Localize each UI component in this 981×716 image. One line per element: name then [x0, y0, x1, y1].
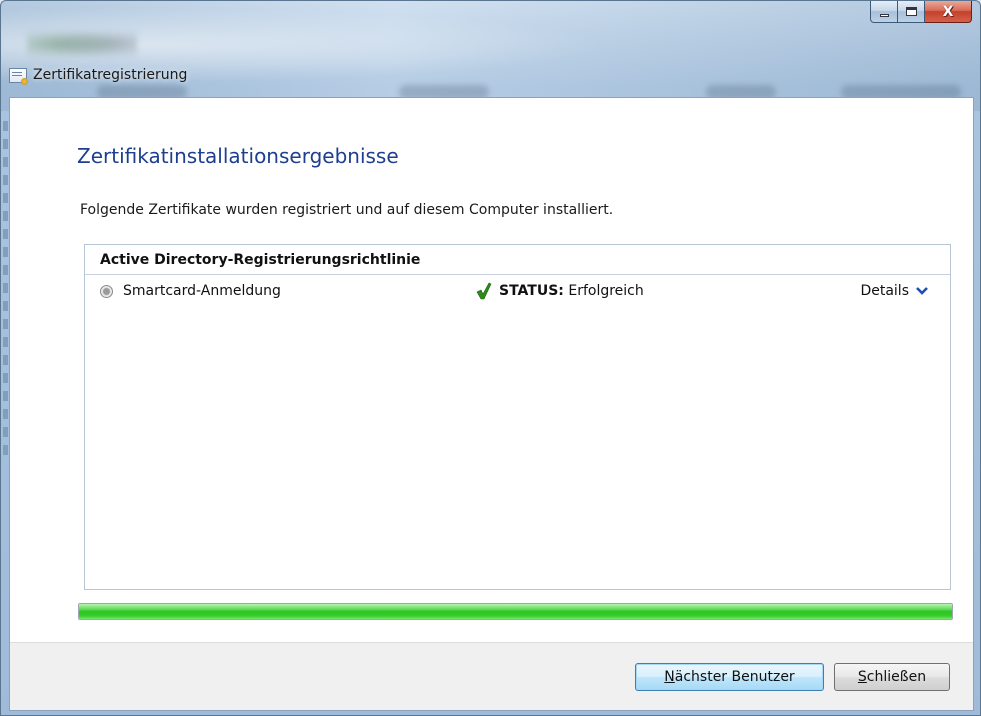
close-button[interactable]: Schließen	[834, 663, 950, 691]
maximize-button[interactable]	[898, 1, 925, 23]
close-window-button[interactable]: X	[925, 1, 972, 23]
page-title: Zertifikatinstallationsergebnisse	[77, 144, 399, 168]
close-icon: X	[942, 3, 954, 20]
caption-buttons: X	[870, 1, 972, 23]
minimize-button[interactable]	[870, 1, 898, 23]
check-icon	[476, 282, 492, 300]
window-title: Zertifikatregistrierung	[33, 67, 188, 83]
close-mnemonic: S	[857, 669, 867, 685]
details-toggle[interactable]: Details	[860, 283, 928, 299]
close-label: chließen	[866, 669, 927, 685]
status-value: Erfolgreich	[568, 283, 644, 299]
certificate-name: Smartcard-Anmeldung	[123, 283, 281, 299]
details-label: Details	[860, 283, 909, 299]
status-label: STATUS:	[499, 283, 564, 299]
certificate-icon	[9, 67, 28, 85]
button-bar: Nächster Benutzer Schließen	[10, 642, 973, 710]
dialog-client-area: Zertifikatinstallationsergebnisse Folgen…	[9, 97, 974, 711]
minimize-icon	[879, 14, 889, 17]
list-item: Smartcard-Anmeldung STATUS: Erfolgreich …	[85, 275, 950, 305]
next-user-button[interactable]: Nächster Benutzer	[635, 663, 824, 691]
next-user-label: ächster Benutzer	[674, 669, 795, 685]
next-user-mnemonic: N	[664, 669, 675, 685]
chevron-down-icon	[916, 287, 928, 295]
window-frame: X Zertifikatregistrierung Zertifikatinst…	[0, 0, 981, 716]
maximize-icon	[905, 7, 917, 16]
progress-bar	[78, 603, 953, 620]
background-blur-icons	[27, 29, 137, 59]
left-edge-decoration	[3, 121, 8, 461]
radio-bullet-icon	[100, 285, 113, 298]
policy-header: Active Directory-Registrierungsrichtlini…	[85, 245, 950, 275]
title-bar: Zertifikatregistrierung	[9, 63, 187, 87]
progress-fill	[79, 604, 952, 619]
certificate-list-panel: Active Directory-Registrierungsrichtlini…	[84, 244, 951, 590]
intro-text: Folgende Zertifikate wurden registriert …	[80, 202, 614, 218]
status-text: STATUS: Erfolgreich	[499, 283, 644, 299]
